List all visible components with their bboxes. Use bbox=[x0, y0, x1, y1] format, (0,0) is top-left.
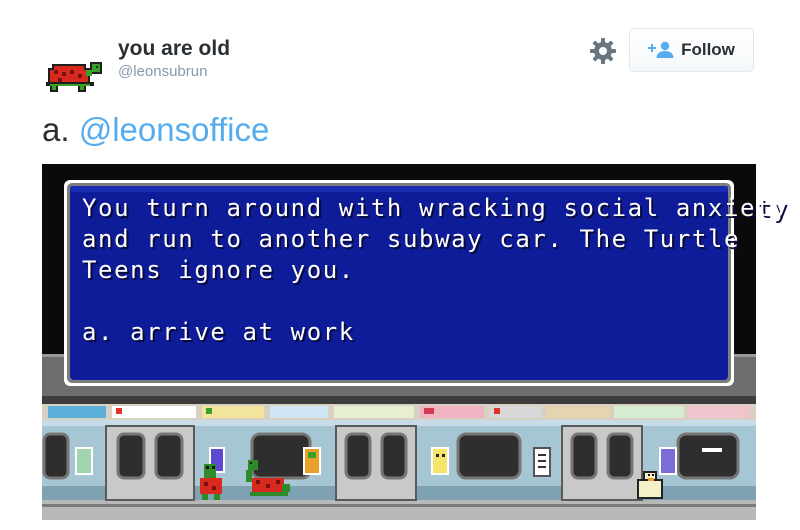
mention-link[interactable]: @leonsoffice bbox=[79, 111, 270, 148]
dialog-spacer bbox=[82, 286, 732, 317]
user-handle[interactable]: @leonsubrun bbox=[118, 62, 230, 82]
dialog-line: You turn around with wracking social anx… bbox=[82, 194, 789, 222]
tweet-card: you are old @leonsubrun Follow a. @leons… bbox=[0, 0, 800, 530]
dialog-choice: a. arrive at work bbox=[82, 318, 355, 346]
avatar[interactable] bbox=[42, 48, 106, 92]
tweet-prefix: a. bbox=[42, 111, 79, 148]
dialog-text: You turn around with wracking social anx… bbox=[82, 193, 789, 348]
follow-button[interactable]: Follow bbox=[629, 28, 754, 72]
dialog-line: and run to another subway car. The Turtl… bbox=[82, 225, 741, 253]
tweet-text: a. @leonsoffice bbox=[42, 110, 269, 150]
follow-label: Follow bbox=[681, 40, 735, 59]
display-name[interactable]: you are old bbox=[118, 37, 230, 61]
ad-strip bbox=[42, 404, 756, 420]
subway-car bbox=[42, 420, 756, 520]
pixel-turtle-icon bbox=[46, 62, 102, 92]
add-user-icon bbox=[648, 41, 674, 58]
user-info: you are old @leonsubrun bbox=[118, 37, 230, 82]
dialog-line: Teens ignore you. bbox=[82, 256, 355, 284]
gear-icon[interactable] bbox=[589, 37, 617, 65]
